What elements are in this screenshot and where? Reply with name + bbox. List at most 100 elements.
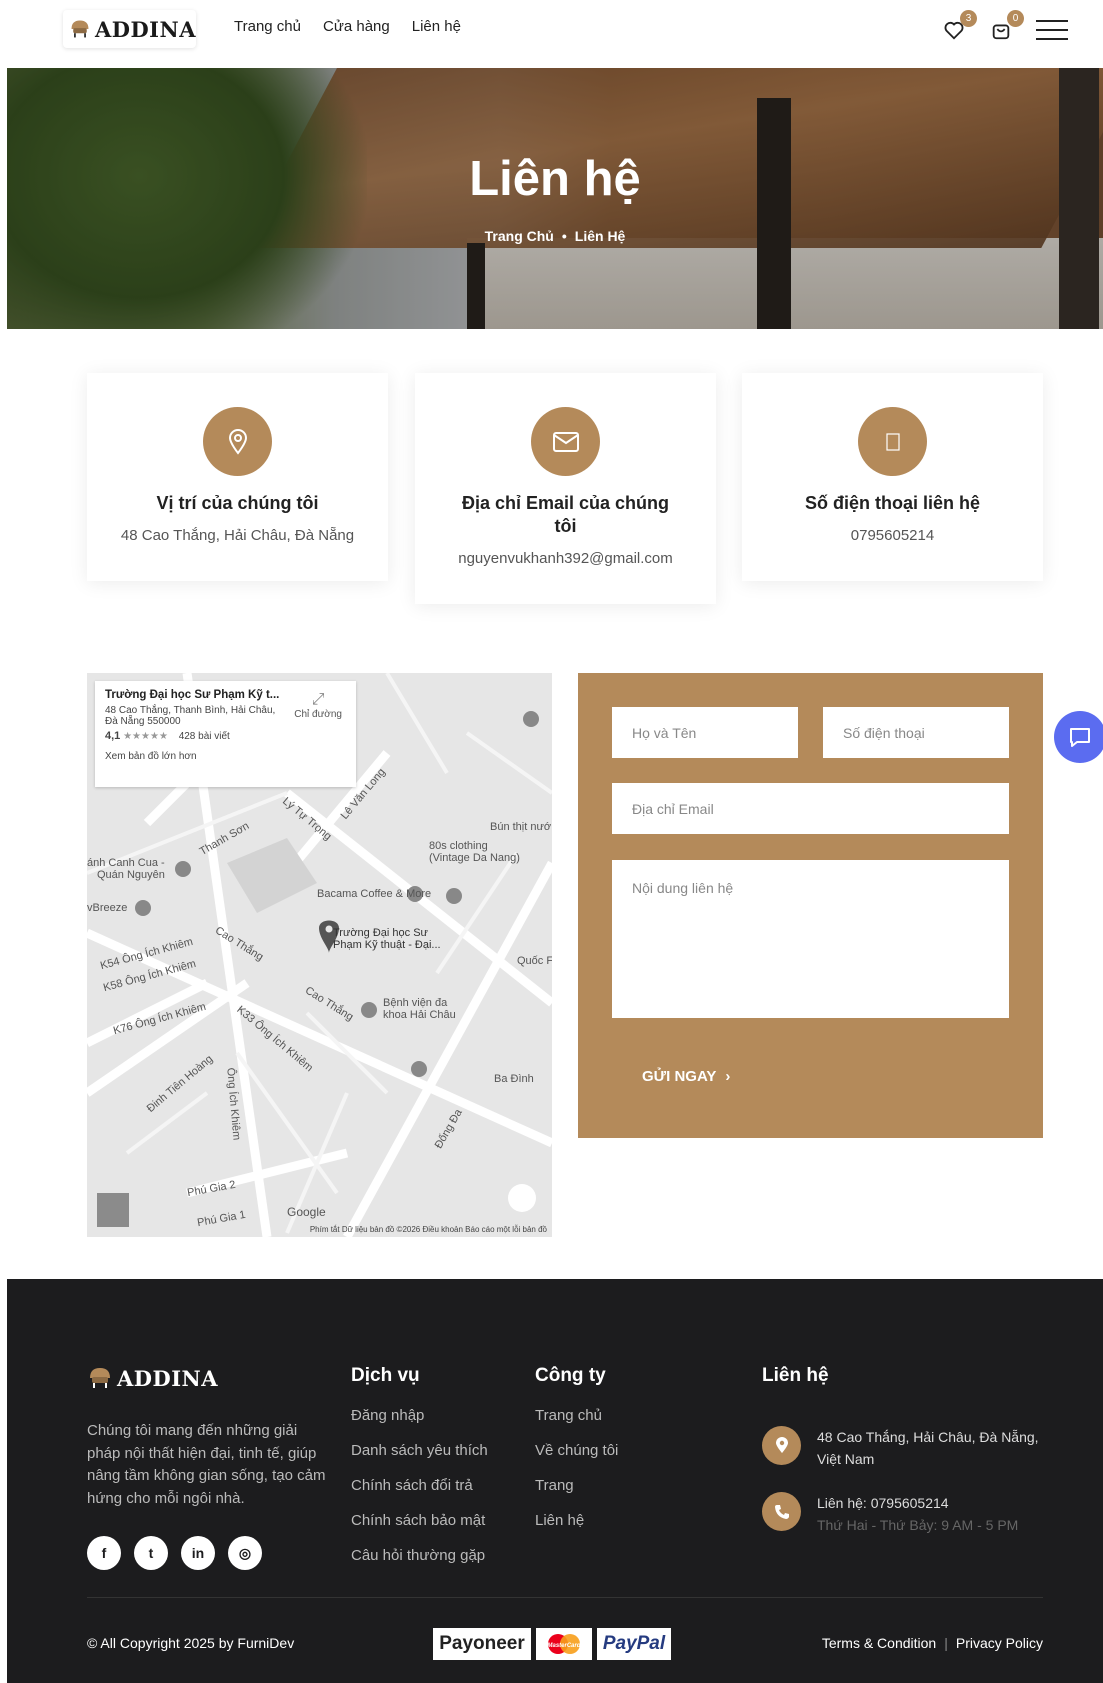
map-rating: 4,1 bbox=[105, 730, 121, 742]
footer-legal-links: Terms & Condition | Privacy Policy bbox=[822, 1635, 1043, 1651]
footer-link-login[interactable]: Đăng nhập bbox=[351, 1405, 488, 1426]
cart-button[interactable]: 0 bbox=[990, 10, 1024, 42]
map-google-logo: Google bbox=[287, 1205, 326, 1219]
message-textarea[interactable]: Nội dung liên hệ bbox=[612, 860, 1009, 1018]
logo-armchair-icon bbox=[71, 20, 89, 38]
map-directions-label: Chỉ đường bbox=[294, 709, 342, 720]
map-rating-row: 4,1 ★★★★★ 428 bài viết bbox=[105, 730, 346, 742]
phone-icon bbox=[762, 1492, 801, 1531]
payment-methods: Payoneer MasterCard PayPal bbox=[433, 1628, 671, 1660]
card-phone[interactable]: 0795605214 bbox=[742, 527, 1043, 544]
email-input[interactable]: Địa chỉ Email bbox=[612, 783, 1009, 834]
page-title: Liên hệ bbox=[469, 152, 641, 206]
submit-button[interactable]: GỬI NGAY › bbox=[642, 1068, 730, 1085]
logo[interactable]: ADDINA bbox=[63, 10, 196, 48]
main-nav: Trang chủ Cửa hàng Liên hệ bbox=[234, 18, 461, 35]
social-links: f t in ◎ bbox=[87, 1536, 262, 1570]
map-label: Bacama Coffee & More bbox=[317, 888, 432, 900]
footer-hours-text: Thứ Hai - Thứ Bảy: 9 AM - 5 PM bbox=[817, 1517, 1019, 1533]
footer-link-privacy-policy[interactable]: Chính sách bảo mật bbox=[351, 1510, 488, 1531]
nav-home[interactable]: Trang chủ bbox=[234, 18, 301, 35]
chevron-right-icon: › bbox=[725, 1068, 731, 1085]
nav-contact[interactable]: Liên hệ bbox=[412, 18, 461, 35]
directions-icon: ⤢ bbox=[311, 691, 325, 708]
footer-link-contact[interactable]: Liên hệ bbox=[535, 1510, 618, 1531]
nav-shop[interactable]: Cửa hàng bbox=[323, 18, 390, 35]
location-pin-icon bbox=[228, 428, 247, 455]
wishlist-button[interactable]: 3 bbox=[943, 10, 977, 42]
map-label: Bệnh viện đa bbox=[383, 997, 448, 1009]
site-header: ADDINA Trang chủ Cửa hàng Liên hệ 3 0 bbox=[0, 0, 1103, 68]
card-title: Vị trí của chúng tôi bbox=[156, 493, 319, 513]
footer-link-home[interactable]: Trang chủ bbox=[535, 1405, 618, 1426]
card-email[interactable]: nguyenvukhanh392@gmail.com bbox=[415, 550, 716, 567]
hamburger-line bbox=[1036, 20, 1068, 22]
info-card-location: Vị trí của chúng tôi 48 Cao Thắng, Hải C… bbox=[87, 373, 388, 581]
footer-services-column: Dịch vụ Đăng nhập Danh sách yêu thích Ch… bbox=[351, 1365, 488, 1580]
phone-icon bbox=[885, 432, 900, 451]
contact-form: Họ và Tên Số điện thoại Địa chỉ Email Nộ… bbox=[578, 673, 1043, 1138]
footer-phone-text[interactable]: Liên hệ: 0795605214 bbox=[817, 1492, 1047, 1514]
footer-link-faq[interactable]: Câu hỏi thường gặp bbox=[351, 1545, 488, 1566]
mastercard-icon: MasterCard bbox=[547, 1634, 581, 1654]
paypal-logo: PayPal bbox=[597, 1628, 671, 1660]
footer-col-title: Dịch vụ bbox=[351, 1365, 420, 1386]
terms-link[interactable]: Terms & Condition bbox=[822, 1635, 936, 1651]
name-input[interactable]: Họ và Tên bbox=[612, 707, 798, 758]
menu-hamburger-button[interactable] bbox=[1036, 20, 1068, 40]
svg-text:MasterCard: MasterCard bbox=[547, 1643, 580, 1649]
footer-link-pages[interactable]: Trang bbox=[535, 1475, 618, 1496]
map-label: 80s clothing bbox=[429, 840, 488, 852]
logo-armchair-icon bbox=[90, 1368, 110, 1388]
card-title: Địa chỉ Email của chúng tôi bbox=[461, 493, 670, 536]
map-place-card: Trường Đại học Sư Phạm Kỹ t... 48 Cao Th… bbox=[95, 681, 356, 787]
facebook-icon[interactable]: f bbox=[87, 1536, 121, 1570]
instagram-icon[interactable]: ◎ bbox=[228, 1536, 262, 1570]
map-attribution[interactable]: Phím tắt Dữ liệu bản đồ ©2026 Điều khoản… bbox=[310, 1225, 547, 1234]
breadcrumb-current: Liên Hệ bbox=[574, 228, 626, 244]
payoneer-logo: Payoneer bbox=[433, 1628, 531, 1660]
hamburger-line bbox=[1036, 29, 1068, 31]
map-label: khoa Hải Châu bbox=[383, 1009, 456, 1021]
breadcrumb-separator: • bbox=[561, 228, 567, 244]
card-address: 48 Cao Thắng, Hải Châu, Đà Nẵng bbox=[120, 527, 355, 544]
map-label: Ba Đình bbox=[494, 1073, 534, 1085]
footer-logo[interactable]: ADDINA bbox=[87, 1365, 218, 1391]
hamburger-line bbox=[1036, 38, 1068, 40]
phone-input[interactable]: Số điện thoại bbox=[823, 707, 1009, 758]
google-map-embed[interactable]: Trường Đại học Sư Phạm Kỹ t... 48 Cao Th… bbox=[87, 673, 552, 1237]
page-hero-banner: Liên hệ Trang Chủ • Liên Hệ bbox=[7, 68, 1103, 329]
twitter-icon[interactable]: t bbox=[134, 1536, 168, 1570]
map-larger-link[interactable]: Xem bản đồ lớn hơn bbox=[105, 751, 346, 762]
footer-divider bbox=[87, 1597, 1043, 1598]
map-label: Quán Nguyên bbox=[97, 869, 165, 881]
card-icon-circle bbox=[531, 407, 600, 476]
footer-link-wishlist[interactable]: Danh sách yêu thích bbox=[351, 1440, 488, 1461]
info-card-phone: Số điện thoại liên hệ 0795605214 bbox=[742, 373, 1043, 581]
site-footer: ADDINA Chúng tôi mang đến những giải phá… bbox=[7, 1279, 1103, 1683]
card-title: Số điện thoại liên hệ bbox=[804, 493, 981, 513]
map-reviews-link[interactable]: 428 bài viết bbox=[179, 731, 230, 742]
footer-link-about[interactable]: Về chúng tôi bbox=[535, 1440, 618, 1461]
info-card-email: Địa chỉ Email của chúng tôi nguyenvukhan… bbox=[415, 373, 716, 604]
footer-phone-block: Liên hệ: 0795605214 Thứ Hai - Thứ Bảy: 9… bbox=[817, 1492, 1047, 1536]
submit-label: GỬI NGAY bbox=[642, 1068, 717, 1085]
breadcrumb: Trang Chủ • Liên Hệ bbox=[7, 228, 1103, 244]
wishlist-count-badge: 3 bbox=[960, 10, 977, 27]
linkedin-icon[interactable]: in bbox=[181, 1536, 215, 1570]
footer-description: Chúng tôi mang đến những giải pháp nội t… bbox=[87, 1422, 326, 1507]
map-label: Phạm Kỹ thuật - Đại... bbox=[333, 939, 441, 951]
footer-contact-phone: Liên hệ: 0795605214 Thứ Hai - Thứ Bảy: 9… bbox=[762, 1492, 1047, 1536]
map-label: (Vintage Da Nang) bbox=[429, 852, 520, 864]
map-directions-button[interactable]: ⤢ Chỉ đường bbox=[294, 691, 342, 720]
map-label: vBreeze bbox=[87, 902, 128, 914]
card-icon-circle bbox=[858, 407, 927, 476]
footer-contact-column: Liên hệ bbox=[762, 1365, 829, 1405]
footer-link-return-policy[interactable]: Chính sách đổi trả bbox=[351, 1475, 488, 1496]
footer-company-column: Công ty Trang chủ Về chúng tôi Trang Liê… bbox=[535, 1365, 618, 1545]
map-label: Trường Đại học Sư bbox=[333, 927, 428, 939]
chat-widget-button[interactable] bbox=[1054, 711, 1103, 763]
breadcrumb-home[interactable]: Trang Chủ bbox=[485, 228, 554, 244]
footer-col-title: Công ty bbox=[535, 1365, 606, 1386]
privacy-link[interactable]: Privacy Policy bbox=[956, 1635, 1043, 1651]
